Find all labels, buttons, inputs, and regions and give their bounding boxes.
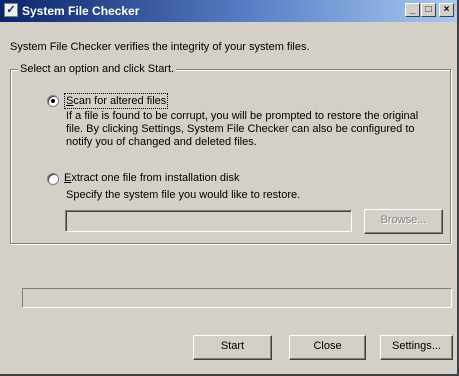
scan-help-text: If a file is found to be corrupt, you wi… <box>66 110 419 148</box>
settings-button-label: Settings... <box>392 340 441 352</box>
start-button-label: Start <box>220 340 245 352</box>
settings-button[interactable]: Settings... <box>380 335 453 360</box>
close-button-label: Close <box>313 340 342 352</box>
start-button[interactable]: Start <box>193 335 272 360</box>
close-window-button[interactable]: × <box>439 3 454 17</box>
options-group-label: Select an option and click Start. <box>18 63 177 75</box>
maximize-button[interactable]: □ <box>421 3 436 17</box>
title-bar[interactable]: ✓ System File Checker _ □ × <box>0 0 457 22</box>
checkmark-icon: ✓ <box>4 3 18 17</box>
system-file-checker-window: ✓ System File Checker _ □ × System File … <box>0 0 459 376</box>
file-path-input[interactable] <box>65 210 352 232</box>
browse-button[interactable]: Browse... <box>364 209 443 234</box>
window-title: System File Checker <box>22 4 140 18</box>
description-text: System File Checker verifies the integri… <box>10 41 310 53</box>
scan-altered-files-radio[interactable] <box>47 95 59 107</box>
progress-bar <box>22 288 452 308</box>
extract-help-text: Specify the system file you would like t… <box>66 189 301 201</box>
close-button[interactable]: Close <box>289 335 366 360</box>
extract-file-label[interactable]: Extract one file from installation disk <box>64 171 239 185</box>
scan-altered-files-label[interactable]: Scan for altered files <box>64 93 169 109</box>
extract-file-radio[interactable] <box>47 173 59 185</box>
minimize-button[interactable]: _ <box>405 3 420 17</box>
